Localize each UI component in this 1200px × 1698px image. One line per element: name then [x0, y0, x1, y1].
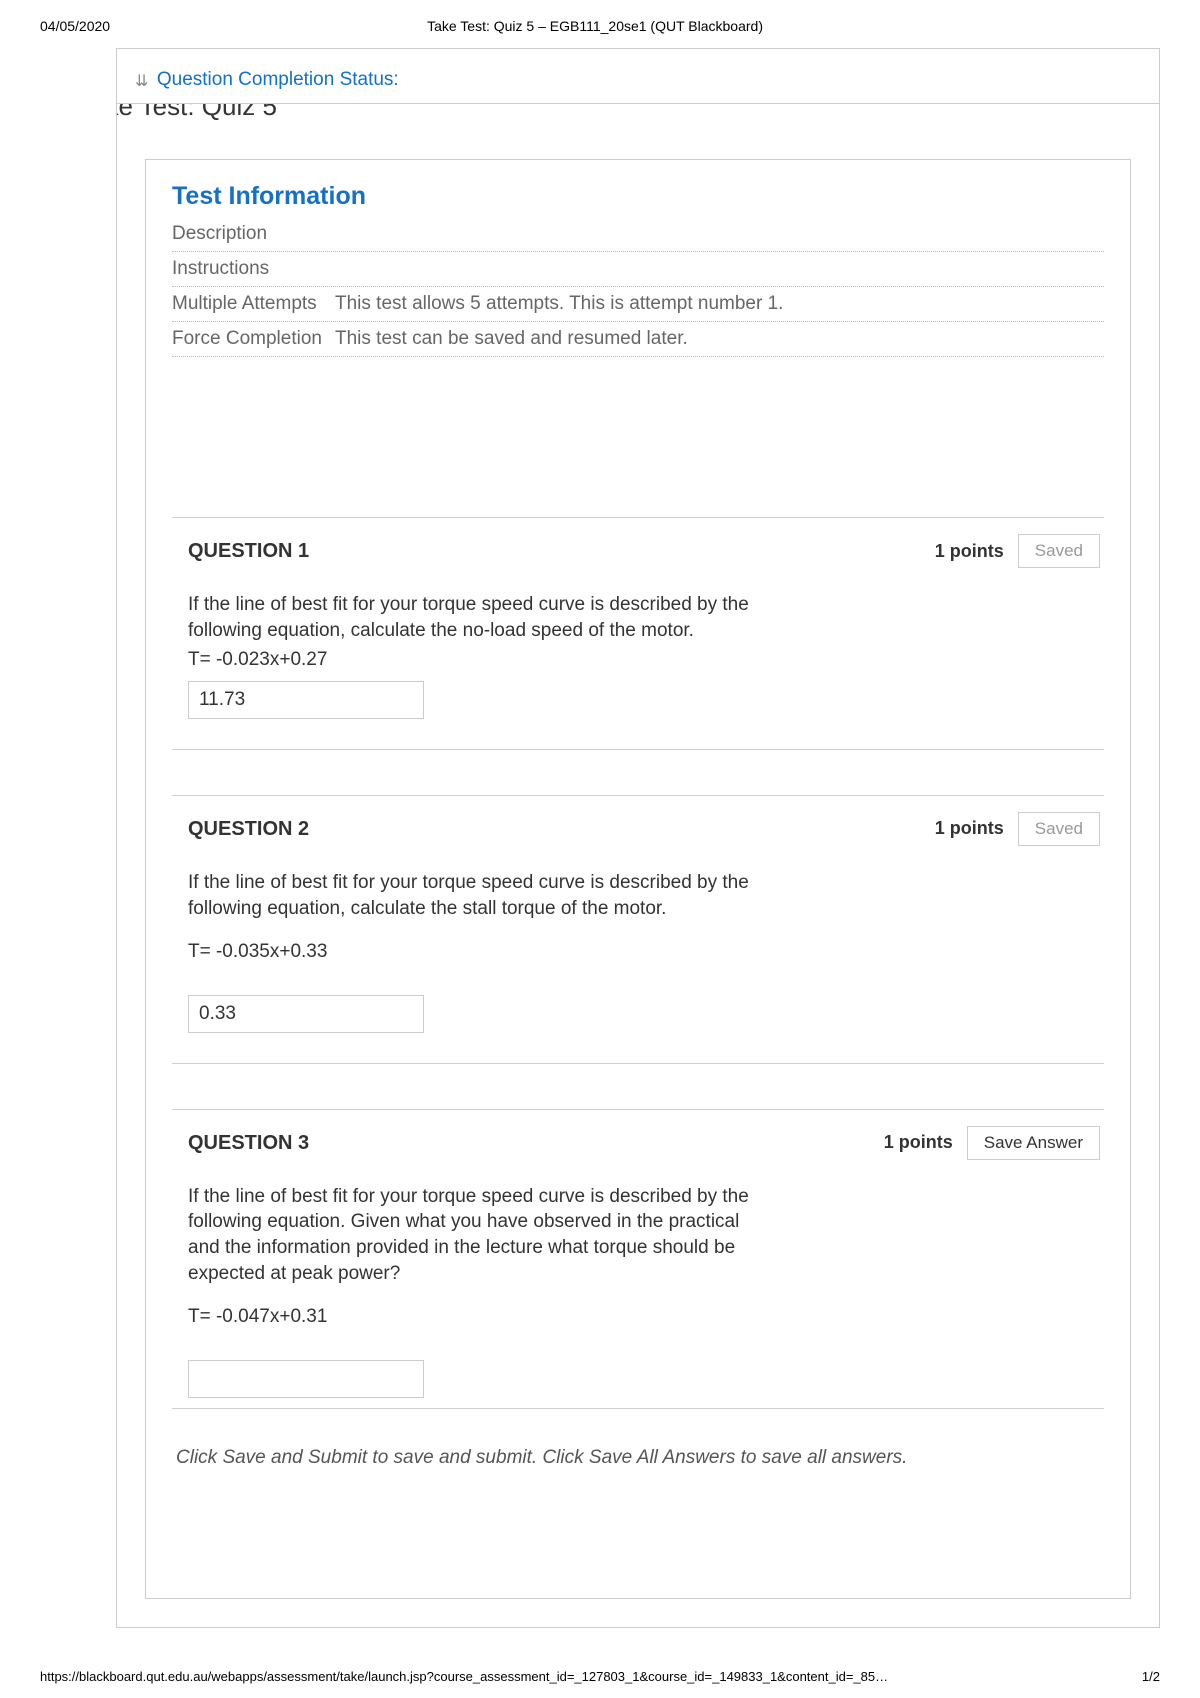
print-header: 04/05/2020 Take Test: Quiz 5 – EGB111_20… — [0, 0, 1200, 40]
info-value: This test can be saved and resumed later… — [335, 328, 688, 350]
question-equation: T= -0.047x+0.31 — [188, 1304, 1100, 1330]
answer-input[interactable] — [188, 995, 424, 1033]
page-frame: ⇊ Question Completion Status: Take Test:… — [116, 48, 1160, 1628]
print-footer: https://blackboard.qut.edu.au/webapps/as… — [40, 1669, 1160, 1684]
question-body: If the line of best fit for your torque … — [176, 592, 1100, 719]
question-block-1: QUESTION 1 1 points Saved If the line of… — [172, 517, 1104, 750]
info-label: Instructions — [172, 258, 327, 280]
question-header: QUESTION 3 1 points Save Answer — [176, 1126, 1100, 1160]
question-points: 1 points — [935, 541, 1004, 562]
info-row-instructions: Instructions — [172, 252, 1104, 287]
completion-status-bar: ⇊ Question Completion Status: — [117, 63, 1159, 104]
question-block-2: QUESTION 2 1 points Saved If the line of… — [172, 795, 1104, 1064]
question-body: If the line of best fit for your torque … — [176, 1184, 1100, 1398]
question-equation: T= -0.023x+0.27 — [188, 647, 1100, 673]
question-points: 1 points — [884, 1132, 953, 1153]
question-body: If the line of best fit for your torque … — [176, 870, 1100, 1033]
question-prompt: If the line of best fit for your torque … — [188, 1184, 768, 1287]
save-answer-button[interactable]: Save Answer — [967, 1126, 1100, 1160]
answer-input[interactable] — [188, 1360, 424, 1398]
question-prompt: If the line of best fit for your torque … — [188, 870, 768, 921]
question-points: 1 points — [935, 818, 1004, 839]
question-header: QUESTION 1 1 points Saved — [176, 534, 1100, 568]
question-meta: 1 points Saved — [935, 534, 1100, 568]
info-label: Multiple Attempts — [172, 293, 327, 315]
question-title: QUESTION 2 — [176, 812, 309, 841]
questions-container: QUESTION 1 1 points Saved If the line of… — [172, 517, 1104, 1469]
question-title: QUESTION 3 — [176, 1126, 309, 1155]
info-label: Description — [172, 223, 327, 245]
answer-input[interactable] — [188, 681, 424, 719]
info-label: Force Completion — [172, 328, 327, 350]
question-equation: T= -0.035x+0.33 — [188, 939, 1100, 965]
submit-hint: Click Save and Submit to save and submit… — [172, 1439, 1104, 1469]
completion-status-link[interactable]: Question Completion Status: — [157, 69, 399, 90]
test-info-heading: Test Information — [172, 182, 1104, 217]
question-header: QUESTION 2 1 points Saved — [176, 812, 1100, 846]
info-value: This test allows 5 attempts. This is att… — [335, 293, 783, 315]
question-prompt: If the line of best fit for your torque … — [188, 592, 768, 643]
question-meta: 1 points Saved — [935, 812, 1100, 846]
print-date: 04/05/2020 — [40, 18, 110, 34]
print-title: Take Test: Quiz 5 – EGB111_20se1 (QUT Bl… — [110, 18, 1080, 34]
footer-url: https://blackboard.qut.edu.au/webapps/as… — [40, 1669, 888, 1684]
test-content-box: Test Information Description Instruction… — [145, 159, 1131, 1599]
save-answer-button[interactable]: Saved — [1018, 812, 1100, 846]
save-answer-button[interactable]: Saved — [1018, 534, 1100, 568]
question-meta: 1 points Save Answer — [884, 1126, 1100, 1160]
question-block-3: QUESTION 3 1 points Save Answer If the l… — [172, 1109, 1104, 1409]
info-row-description: Description — [172, 217, 1104, 252]
chevron-down-icon: ⇊ — [135, 71, 148, 91]
info-row-force-completion: Force Completion This test can be saved … — [172, 322, 1104, 357]
question-title: QUESTION 1 — [176, 534, 309, 563]
footer-page: 1/2 — [1142, 1669, 1160, 1684]
info-row-multiple-attempts: Multiple Attempts This test allows 5 att… — [172, 287, 1104, 322]
